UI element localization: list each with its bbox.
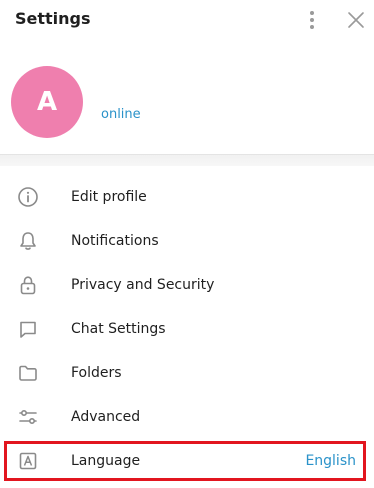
- menu-item-notifications[interactable]: Notifications: [0, 220, 374, 264]
- language-value: English: [305, 453, 356, 469]
- menu-item-language[interactable]: Language English: [0, 440, 374, 484]
- menu-item-label: Advanced: [71, 409, 141, 425]
- chat-icon: [17, 318, 39, 340]
- profile-section: A online: [0, 40, 374, 154]
- menu-item-label: Notifications: [71, 233, 159, 249]
- more-vertical-icon[interactable]: [300, 6, 324, 34]
- menu-item-chat-settings[interactable]: Chat Settings: [0, 308, 374, 352]
- menu-item-label: Privacy and Security: [71, 277, 215, 293]
- section-divider: [0, 154, 374, 166]
- menu-item-label: Chat Settings: [71, 321, 166, 337]
- menu-item-label: Language: [71, 453, 141, 469]
- settings-header: Settings: [0, 0, 374, 40]
- menu-item-edit-profile[interactable]: Edit profile: [0, 176, 374, 220]
- menu-item-label: Edit profile: [71, 189, 147, 205]
- sliders-icon: [17, 406, 39, 428]
- lock-icon: [17, 274, 39, 296]
- folder-icon: [17, 362, 39, 384]
- page-title: Settings: [15, 9, 91, 28]
- avatar-letter: A: [36, 87, 58, 117]
- bell-icon: [17, 230, 39, 252]
- menu-item-privacy-security[interactable]: Privacy and Security: [0, 264, 374, 308]
- language-icon: [17, 450, 39, 472]
- menu-item-label: Folders: [71, 365, 122, 381]
- info-icon: [17, 186, 39, 208]
- menu-item-folders[interactable]: Folders: [0, 352, 374, 396]
- menu-item-advanced[interactable]: Advanced: [0, 396, 374, 440]
- close-icon[interactable]: [344, 8, 368, 32]
- avatar[interactable]: A: [11, 66, 83, 138]
- status-text: online: [101, 107, 141, 122]
